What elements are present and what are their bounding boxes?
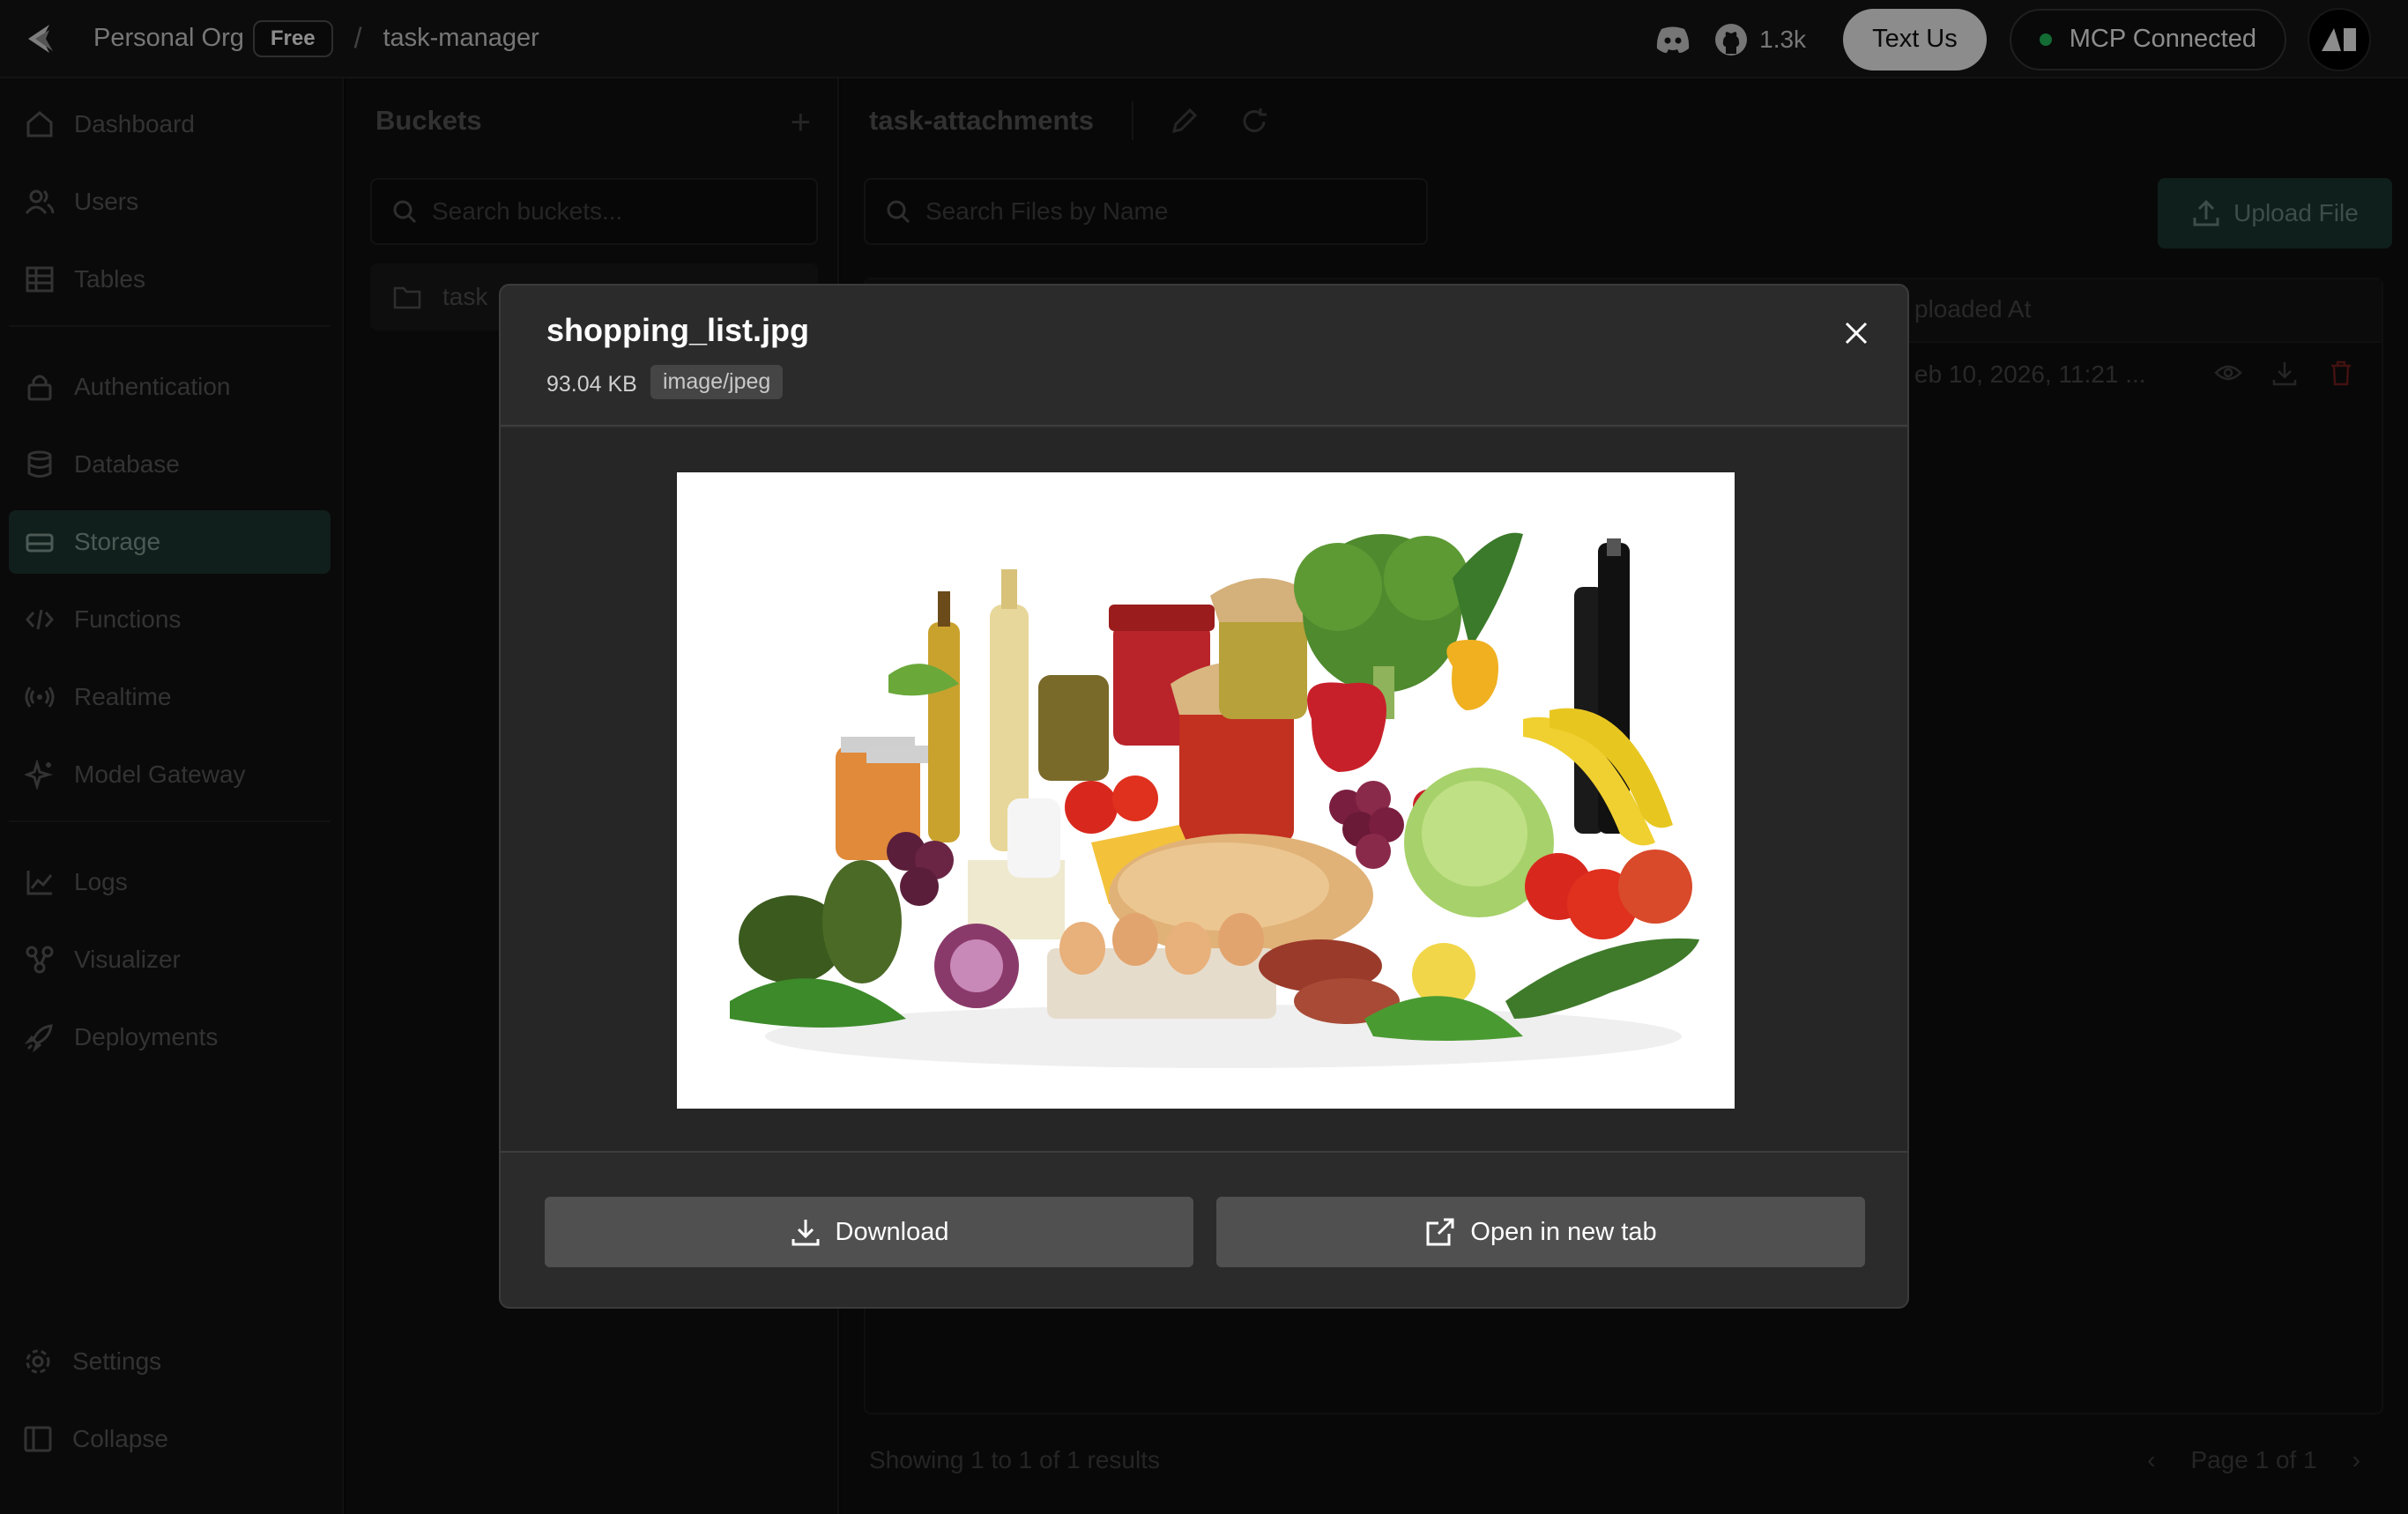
image-preview	[677, 472, 1735, 1109]
download-icon	[792, 1220, 819, 1246]
external-link-icon	[1426, 1218, 1454, 1246]
download-button[interactable]: Download	[545, 1197, 1193, 1267]
modal-footer: Download Open in new tab	[501, 1151, 1907, 1307]
file-preview-modal: shopping_list.jpg 93.04 KB image/jpeg Do…	[499, 284, 1909, 1309]
file-type-badge: image/jpeg	[650, 365, 784, 399]
download-label: Download	[835, 1217, 949, 1246]
file-size: 93.04 KB	[546, 372, 637, 397]
file-name: shopping_list.jpg	[546, 312, 809, 348]
open-new-tab-button[interactable]: Open in new tab	[1216, 1197, 1865, 1267]
close-icon[interactable]	[1837, 314, 1876, 353]
open-new-tab-label: Open in new tab	[1470, 1217, 1657, 1246]
preview-area	[501, 428, 1907, 1151]
modal-header: shopping_list.jpg 93.04 KB image/jpeg	[501, 286, 1907, 427]
